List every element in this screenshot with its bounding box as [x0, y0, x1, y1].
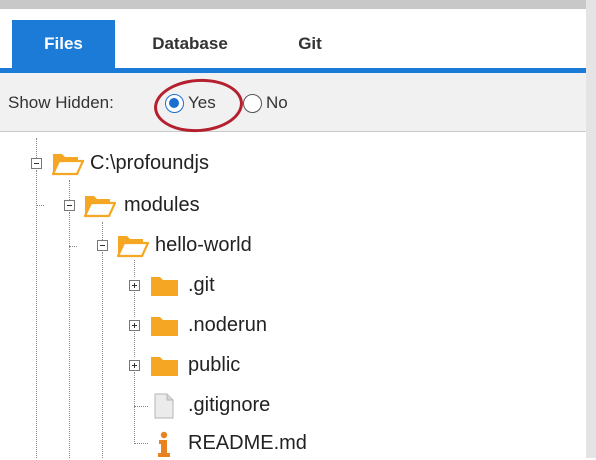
show-hidden-no-radio[interactable] — [243, 94, 262, 113]
tab-database[interactable]: Database — [125, 20, 255, 68]
tab-git[interactable]: Git — [275, 20, 345, 68]
tab-files[interactable]: Files — [12, 20, 115, 68]
tree-node-label: public — [188, 354, 241, 376]
collapse-root-toggle[interactable] — [31, 158, 42, 169]
tree-node-root[interactable]: C:\profoundjs — [52, 150, 292, 180]
tree-line — [134, 372, 135, 444]
tree-line — [134, 332, 135, 357]
file-icon — [154, 393, 174, 419]
tree-node-label: .noderun — [188, 314, 267, 336]
tab-bar: Files Database Git — [0, 20, 586, 68]
tree-node-git[interactable]: .git — [150, 272, 310, 302]
tree-line — [36, 170, 37, 458]
tree-line — [134, 292, 135, 317]
folder-closed-icon — [151, 357, 178, 376]
tree-line — [36, 205, 44, 206]
folder-closed-icon — [151, 317, 178, 336]
tree-node-label: .git — [188, 274, 215, 296]
tree-line — [134, 260, 135, 277]
show-hidden-label: Show Hidden: — [8, 93, 114, 112]
expand-noderun-toggle[interactable] — [129, 320, 140, 331]
window-top-border — [0, 0, 596, 9]
folder-open-icon — [84, 196, 116, 218]
tree-node-label: hello-world — [155, 234, 252, 256]
tree-node-hello-world[interactable]: hello-world — [117, 232, 337, 262]
tree-node-label: .gitignore — [188, 394, 271, 416]
tree-line — [102, 252, 103, 458]
tree-node-label: C:\profoundjs — [90, 152, 209, 174]
tree-node-noderun[interactable]: .noderun — [150, 312, 330, 342]
tree-line — [69, 246, 77, 247]
collapse-hello-world-toggle[interactable] — [97, 240, 108, 251]
expand-git-toggle[interactable] — [129, 280, 140, 291]
tree-node-label: README.md — [188, 432, 307, 454]
show-hidden-no-label[interactable]: No — [266, 93, 288, 113]
tree-node-public[interactable]: public — [150, 352, 330, 382]
tree-line — [69, 180, 70, 200]
tree-line — [102, 222, 103, 240]
tree-line — [69, 212, 70, 458]
file-explorer-panel: Files Database Git Show Hidden: Yes No C… — [0, 0, 596, 460]
show-hidden-bar: Show Hidden: Yes No — [0, 73, 586, 132]
tree-node-modules[interactable]: modules — [84, 192, 284, 222]
tree-node-readme[interactable]: README.md — [150, 430, 350, 460]
collapse-modules-toggle[interactable] — [64, 200, 75, 211]
tree-line — [134, 443, 148, 444]
window-right-border — [586, 0, 596, 458]
expand-public-toggle[interactable] — [129, 360, 140, 371]
tree-line — [134, 406, 148, 407]
folder-closed-icon — [151, 277, 178, 296]
info-icon — [158, 431, 170, 457]
tree-node-gitignore[interactable]: .gitignore — [150, 392, 350, 422]
folder-open-icon — [117, 236, 149, 258]
folder-open-icon — [52, 154, 84, 176]
tree-line — [36, 138, 37, 158]
tree-node-label: modules — [124, 194, 200, 216]
